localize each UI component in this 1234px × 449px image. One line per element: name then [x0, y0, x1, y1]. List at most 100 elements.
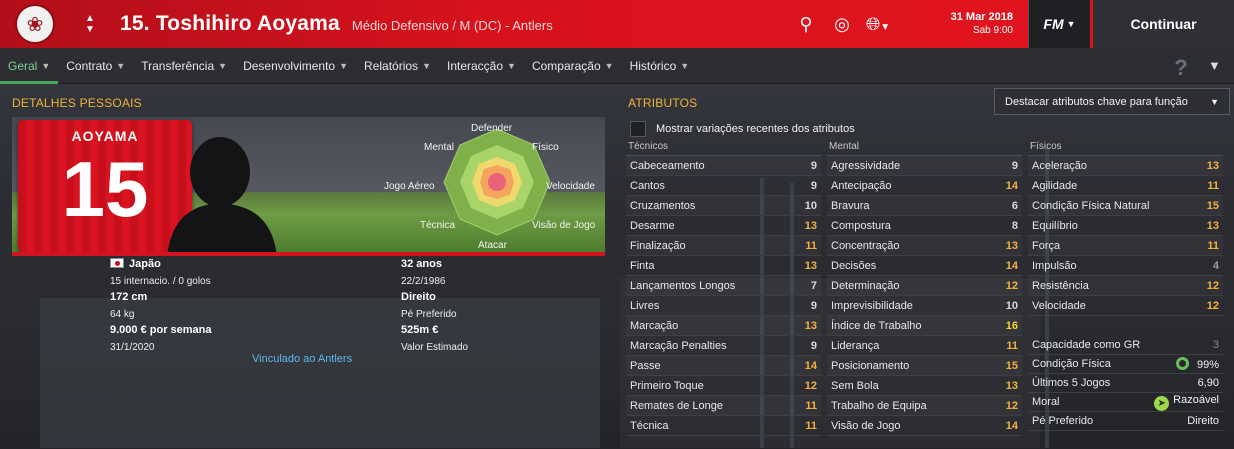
attribute-row[interactable]: Cantos 9 [626, 176, 821, 196]
chevron-down-icon[interactable]: ▼ [85, 24, 95, 35]
personal-details-panel: DETALHES PESSOAIS AOYAMA 15 Defender Men… [0, 85, 612, 449]
attribute-row[interactable]: Trabalho de Equipa 12 [827, 396, 1022, 416]
player-navigation[interactable]: ▲ ▼ [70, 0, 110, 48]
attribute-row[interactable]: Desarme 13 [626, 216, 821, 236]
tab-relatorios[interactable]: Relatórios ▼ [356, 48, 439, 84]
tab-label: Transferência [141, 58, 215, 73]
attribute-name: Aceleração [1032, 159, 1088, 172]
attribute-row[interactable]: Lançamentos Longos 7 [626, 276, 821, 296]
attribute-row[interactable]: Condição Física Natural 15 [1028, 196, 1223, 216]
tab-transferencia[interactable]: Transferência ▼ [133, 48, 235, 84]
technical-list: Cabeceamento 9 Cantos 9 Cruzamentos 10 Desarme… [626, 156, 821, 436]
chevron-down-icon: ▼ [218, 60, 228, 71]
attribute-row[interactable]: Velocidade 12 [1028, 296, 1223, 316]
attribute-value: 12 [1005, 279, 1018, 292]
attribute-value: 10 [804, 199, 817, 212]
mental-column: Mental Agressividade 9 Antecipação 14 Bravur… [827, 141, 1022, 436]
attribute-row[interactable]: Bravura 6 [827, 196, 1022, 216]
tab-historico[interactable]: Histórico ▼ [622, 48, 698, 84]
attribute-value: 15 [1005, 359, 1018, 372]
attribute-row[interactable]: Agilidade 11 [1028, 176, 1223, 196]
attribute-name: Cantos [630, 179, 665, 192]
attribute-row[interactable]: Sem Bola 13 [827, 376, 1022, 396]
attribute-row[interactable]: Determinação 12 [827, 276, 1022, 296]
attribute-name: Cruzamentos [630, 199, 696, 212]
gk-ability-row: Capacidade como GR 3 [1028, 336, 1223, 355]
tab-contrato[interactable]: Contrato ▼ [58, 48, 133, 84]
show-changes-checkbox[interactable] [630, 121, 646, 137]
tab-label: Interacção [446, 58, 504, 73]
attribute-row[interactable]: Agressividade 9 [827, 156, 1022, 176]
help-icon[interactable]: ? [1170, 55, 1192, 80]
attribute-row[interactable]: Técnica 11 [626, 416, 821, 436]
tab-interaccao[interactable]: Interacção ▼ [439, 48, 524, 84]
search-icon[interactable]: ⚲ [793, 14, 819, 35]
attribute-name: Concentração [831, 239, 900, 252]
club-link[interactable]: Vinculado ao Antlers [252, 353, 352, 365]
polar-label-atacar: Atacar [478, 240, 507, 251]
attribute-row[interactable]: Posicionamento 15 [827, 356, 1022, 376]
attribute-row[interactable]: Livres 9 [626, 296, 821, 316]
attribute-name: Índice de Trabalho [831, 319, 922, 332]
chevron-up-icon[interactable]: ▲ [85, 13, 95, 24]
attribute-row[interactable]: Índice de Trabalho 16 [827, 316, 1022, 336]
attribute-row[interactable]: Força 11 [1028, 236, 1223, 256]
tab-geral[interactable]: Geral ▼ [0, 48, 59, 84]
attribute-row[interactable]: Primeiro Toque 12 [626, 376, 821, 396]
attribute-value: 9 [810, 339, 817, 352]
attribute-row[interactable]: Finta 13 [626, 256, 821, 276]
polar-label-mental: Mental [424, 142, 455, 153]
fm-menu-button[interactable]: FM ▼ [1028, 0, 1090, 48]
tab-desenvolvimento[interactable]: Desenvolvimento ▼ [235, 48, 356, 84]
attribute-row[interactable]: Equilíbrio 13 [1028, 216, 1223, 236]
nationality[interactable]: Japão [110, 258, 161, 270]
attribute-row[interactable]: Visão de Jogo 14 [827, 416, 1022, 436]
morale-value: Razoável [1173, 393, 1219, 406]
morale-label: Moral [1032, 396, 1060, 408]
chevron-down-icon: ▼ [41, 60, 51, 71]
attribute-row[interactable]: Resistência 12 [1028, 276, 1223, 296]
attribute-row[interactable]: Marcação 13 [626, 316, 821, 336]
attribute-name: Marcação Penalties [630, 339, 727, 352]
attribute-name: Liderança [831, 339, 880, 352]
chevron-down-icon: ▼ [604, 60, 614, 71]
tab-comparacao[interactable]: Comparação ▼ [524, 48, 622, 84]
support-icon[interactable]: ◎ [829, 14, 855, 35]
japan-flag-icon [110, 258, 124, 268]
attribute-row[interactable]: Remates de Longe 11 [626, 396, 821, 416]
attribute-row[interactable]: Cabeceamento 9 [626, 156, 821, 176]
club-logo-box[interactable]: ❀ [0, 0, 70, 48]
tab-label: Histórico [629, 58, 677, 73]
attribute-row[interactable]: Passe 14 [626, 356, 821, 376]
attribute-row[interactable]: Decisões 14 [827, 256, 1022, 276]
weight: 64 kg [110, 309, 135, 320]
globe-icon[interactable]: 🌐︎▼ [865, 14, 891, 35]
chevron-down-icon: ▼ [1066, 19, 1076, 29]
physical-column: Físicos Aceleração 13 Agilidade 11 Condição … [1028, 141, 1223, 431]
condition-label: Condição Física [1032, 358, 1111, 370]
condition-value: 99% [1196, 359, 1219, 371]
attribute-row[interactable]: Cruzamentos 10 [626, 196, 821, 216]
nation-name: Japão [129, 258, 161, 270]
attribute-name: Determinação [831, 279, 900, 292]
highlight-role-dropdown[interactable]: Destacar atributos chave para função ▼ [994, 88, 1230, 115]
attribute-row[interactable]: Marcação Penalties 9 [626, 336, 821, 356]
attribute-row[interactable]: Compostura 8 [827, 216, 1022, 236]
attribute-row[interactable]: Imprevisibilidade 10 [827, 296, 1022, 316]
tab-label: Desenvolvimento [243, 58, 336, 73]
tab-bar: Geral ▼ Contrato ▼ Transferência ▼ Desenvol… [0, 48, 1234, 84]
polar-label-visao: Visão de Jogo [532, 220, 596, 231]
continue-button[interactable]: Continuar [1093, 0, 1234, 48]
attribute-name: Força [1032, 239, 1061, 252]
game-date[interactable]: 31 Mar 2018 Sab 9:00 [910, 10, 1013, 38]
chevron-down-icon[interactable]: ▼ [1208, 58, 1221, 73]
attribute-row[interactable]: Concentração 13 [827, 236, 1022, 256]
attribute-name: Desarme [630, 219, 675, 232]
attribute-row[interactable]: Finalização 11 [626, 236, 821, 256]
attribute-row[interactable]: Liderança 11 [827, 336, 1022, 356]
attribute-row[interactable]: Aceleração 13 [1028, 156, 1223, 176]
polar-label-velocidade: Velocidade [546, 181, 595, 192]
attribute-row[interactable]: Antecipação 14 [827, 176, 1022, 196]
attribute-row[interactable]: Impulsão 4 [1028, 256, 1223, 276]
attribute-value: 9 [810, 159, 817, 172]
